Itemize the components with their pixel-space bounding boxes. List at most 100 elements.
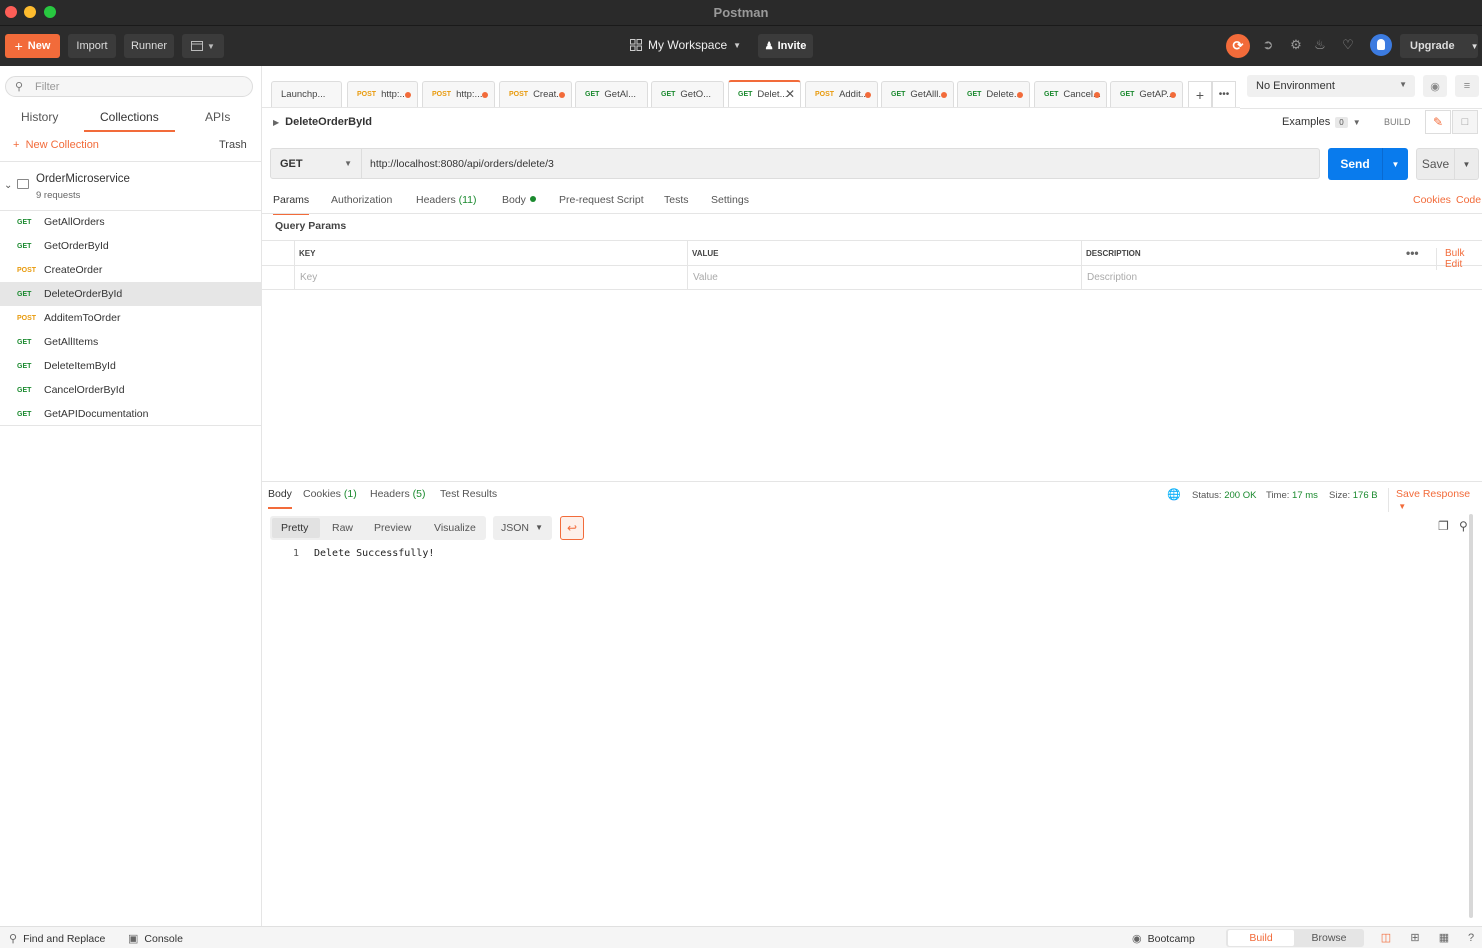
request-tab[interactable]: GET GetAl... (575, 81, 648, 107)
upgrade-button[interactable]: Upgrade ▼ (1400, 34, 1479, 58)
collection-item[interactable]: ⌄ OrderMicroservice 9 requests (0, 161, 262, 211)
new-collection-button[interactable]: + New Collection (13, 139, 99, 151)
search-icon[interactable]: ⚲ (1459, 519, 1468, 533)
capture-icon[interactable]: ▦ (1437, 931, 1451, 944)
new-button[interactable]: + New (5, 34, 60, 58)
eye-icon[interactable]: ◉ (1423, 75, 1447, 97)
tab-response-headers[interactable]: Headers (5) (370, 488, 425, 500)
key-input[interactable]: Key (300, 272, 317, 283)
request-breadcrumb[interactable]: ▶ DeleteOrderById (273, 116, 372, 128)
new-window-button[interactable]: ▼ (182, 34, 224, 58)
response-body-line: Delete Successfully! (314, 548, 435, 559)
close-icon[interactable]: ✕ (785, 87, 795, 101)
tab-visualize[interactable]: Visualize (434, 522, 476, 534)
request-title: DeleteOrderById (285, 116, 372, 128)
request-tab[interactable]: GET Cancel... (1034, 81, 1107, 107)
tab-tests[interactable]: Tests (664, 194, 689, 206)
bootcamp-button[interactable]: ◉ Bootcamp (1132, 932, 1195, 946)
format-select[interactable]: JSON ▼ (493, 516, 552, 540)
save-button[interactable]: Save (1416, 148, 1455, 180)
request-item-getallorders[interactable]: GET GetAllOrders (0, 210, 262, 234)
send-button[interactable]: Send (1328, 148, 1382, 180)
add-tab-button[interactable]: + (1188, 81, 1212, 107)
tab-authorization[interactable]: Authorization (331, 194, 392, 206)
tab-response-cookies[interactable]: Cookies (1) (303, 488, 357, 500)
value-input[interactable]: Value (693, 272, 718, 283)
tab-raw[interactable]: Raw (332, 522, 353, 534)
filter-input[interactable]: ⚲ Filter (5, 76, 253, 97)
sync-icon[interactable]: ⟳ (1226, 34, 1250, 58)
tab-prerequest-script[interactable]: Pre-request Script (559, 194, 644, 206)
examples-dropdown[interactable]: Examples 0 ▼ (1282, 116, 1361, 128)
tab-headers[interactable]: Headers (11) (416, 194, 477, 206)
tab-launchpad[interactable]: Launchp... (271, 81, 342, 107)
comment-icon[interactable]: □ (1452, 110, 1478, 134)
invite-button[interactable]: ♟ Invite (758, 34, 813, 58)
environment-select[interactable]: No Environment ▼ (1247, 75, 1415, 97)
method-badge: POST (815, 91, 835, 98)
tab-collections[interactable]: Collections (84, 110, 175, 132)
more-tabs-button[interactable]: ••• (1212, 81, 1236, 107)
url-input[interactable]: http://localhost:8080/api/orders/delete/… (362, 148, 1320, 179)
scrollbar[interactable] (1469, 514, 1473, 918)
request-tab[interactable]: POST Creat... (499, 81, 572, 107)
runner-button[interactable]: Runner (124, 34, 174, 58)
request-item-deleteorderbyid[interactable]: GET DeleteOrderById (0, 282, 262, 306)
tab-test-results[interactable]: Test Results (440, 488, 497, 500)
request-tab[interactable]: GET GetO... (651, 81, 724, 107)
two-pane-layout-icon[interactable]: ◫ (1379, 931, 1393, 944)
request-item-additemtoorder[interactable]: POST AdditemToOrder (0, 306, 262, 330)
trash-button[interactable]: Trash (219, 139, 247, 151)
bell-icon[interactable]: ♨ (1312, 37, 1328, 53)
tab-preview[interactable]: Preview (374, 522, 411, 534)
tab-apis[interactable]: APIs (205, 110, 230, 124)
request-tab[interactable]: GET GetAlll... (881, 81, 954, 107)
request-item-getallitems[interactable]: GET GetAllItems (0, 330, 262, 354)
request-item-getapidocumentation[interactable]: GET GetAPIDocumentation (0, 402, 262, 426)
grid-layout-icon[interactable]: ⊞ (1408, 931, 1422, 944)
request-item-createorder[interactable]: POST CreateOrder (0, 258, 262, 282)
code-link[interactable]: Code (1456, 194, 1481, 206)
find-replace-button[interactable]: ⚲ Find and Replace (9, 932, 105, 946)
request-tab[interactable]: GET Delete... (957, 81, 1030, 107)
tab-body[interactable]: Body (502, 194, 536, 206)
save-response-button[interactable]: Save Response ▼ (1388, 488, 1482, 512)
more-options-icon[interactable]: ••• (1406, 246, 1419, 260)
tab-pretty[interactable]: Pretty (281, 522, 308, 534)
pencil-icon[interactable]: ✎ (1425, 110, 1451, 134)
chevron-down-icon[interactable]: ⌄ (4, 180, 12, 191)
help-icon[interactable]: ? (1464, 931, 1478, 944)
build-mode-button[interactable]: Build (1228, 930, 1294, 946)
request-item-cancelorderbyid[interactable]: GET CancelOrderById (0, 378, 262, 402)
wrap-lines-icon[interactable]: ↩ (560, 516, 584, 540)
globe-icon[interactable]: 🌐 (1167, 488, 1181, 501)
settings-sliders-icon[interactable]: ≡ (1455, 75, 1479, 97)
tab-settings[interactable]: Settings (711, 194, 749, 206)
browse-mode-button[interactable]: Browse (1296, 930, 1362, 946)
request-item-getorderbyid[interactable]: GET GetOrderById (0, 234, 262, 258)
copy-icon[interactable]: ❐ (1438, 519, 1449, 533)
description-input[interactable]: Description (1087, 272, 1137, 283)
request-tab[interactable]: POST http:... (422, 81, 495, 107)
console-button[interactable]: ▣ Console (128, 932, 183, 946)
gear-icon[interactable]: ⚙ (1288, 37, 1304, 53)
heart-icon[interactable]: ♡ (1340, 37, 1356, 53)
avatar[interactable] (1370, 34, 1392, 56)
cookies-link[interactable]: Cookies (1413, 194, 1451, 206)
method-select[interactable]: GET ▼ (270, 148, 362, 179)
status-value: 200 OK (1224, 490, 1257, 501)
tab-history[interactable]: History (21, 110, 58, 124)
request-tab[interactable]: POST Addit... (805, 81, 878, 107)
save-options-button[interactable]: ▼ (1455, 148, 1479, 180)
bulk-edit-link[interactable]: Bulk Edit (1436, 248, 1482, 270)
workspace-switcher[interactable]: My Workspace ▼ (630, 38, 741, 52)
request-tab[interactable]: POST http:... (347, 81, 418, 107)
request-item-deleteitembyid[interactable]: GET DeleteItemById (0, 354, 262, 378)
tab-response-body[interactable]: Body (268, 488, 292, 509)
satellite-icon[interactable]: ➲ (1260, 37, 1276, 53)
tab-params[interactable]: Params (273, 194, 310, 215)
send-options-button[interactable]: ▼ (1382, 148, 1408, 180)
import-button[interactable]: Import (68, 34, 116, 58)
request-tab[interactable]: GET GetAP... (1110, 81, 1183, 107)
request-tab-active[interactable]: GET Delet... ✕ (728, 80, 801, 107)
